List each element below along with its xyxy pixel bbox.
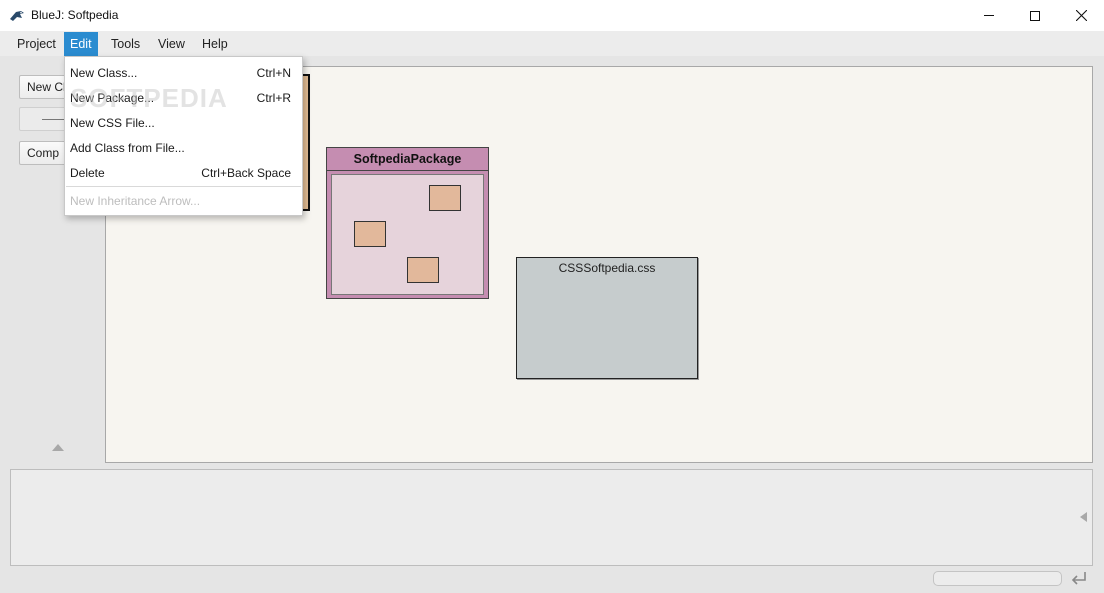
menu-item-shortcut: Ctrl+N: [256, 66, 291, 80]
menu-item-shortcut: Ctrl+Back Space: [201, 166, 291, 180]
reset-machine-icon[interactable]: [1069, 570, 1089, 588]
collapse-left-icon[interactable]: [1080, 512, 1087, 522]
package-contents: [331, 174, 484, 295]
menu-item-label: New Package...: [70, 91, 155, 105]
package-class-icon: [407, 257, 439, 283]
menu-item-add-class-from-file[interactable]: Add Class from File...: [65, 136, 302, 161]
menu-item-label: Delete: [70, 166, 105, 180]
package-class-icon: [354, 221, 386, 247]
close-icon: [1075, 10, 1087, 21]
menu-item-new-class[interactable]: New Class... Ctrl+N: [65, 61, 302, 86]
menu-bar: Project Edit Tools View Help: [0, 31, 1104, 56]
bluej-bird-icon: [10, 11, 24, 21]
package-class-icon: [429, 185, 461, 211]
object-bench[interactable]: [10, 469, 1093, 566]
package-box[interactable]: [326, 170, 489, 299]
menu-item-shortcut: Ctrl+R: [256, 91, 291, 105]
menu-view[interactable]: View: [152, 32, 191, 56]
package-title[interactable]: SoftpediaPackage: [326, 147, 489, 171]
css-file-name: CSSSoftpedia.css: [558, 261, 656, 275]
css-file-box[interactable]: CSSSoftpedia.css: [516, 257, 698, 379]
status-progress-bar: [933, 571, 1062, 586]
menu-item-label: Add Class from File...: [70, 141, 185, 155]
close-button[interactable]: [1058, 0, 1104, 31]
menu-item-new-css-file[interactable]: New CSS File...: [65, 111, 302, 136]
menu-item-delete[interactable]: Delete Ctrl+Back Space: [65, 161, 302, 186]
menu-tools[interactable]: Tools: [105, 32, 146, 56]
menu-project[interactable]: Project: [11, 32, 62, 56]
edit-menu-dropdown: New Class... Ctrl+N New Package... Ctrl+…: [64, 56, 303, 216]
minimize-button[interactable]: [966, 0, 1012, 31]
menu-item-label: New Class...: [70, 66, 138, 80]
menu-item-new-inheritance-arrow: New Inheritance Arrow...: [65, 189, 302, 214]
minimize-icon: [984, 15, 994, 16]
menu-separator: [66, 186, 301, 187]
menu-item-label: New CSS File...: [70, 116, 155, 130]
menu-edit[interactable]: Edit: [64, 32, 98, 56]
title-bar: BlueJ: Softpedia: [0, 0, 1104, 31]
menu-item-label: New Inheritance Arrow...: [70, 194, 201, 208]
expand-up-icon[interactable]: [52, 444, 64, 451]
menu-help[interactable]: Help: [196, 32, 234, 56]
maximize-icon: [1030, 10, 1040, 21]
menu-item-new-package[interactable]: New Package... Ctrl+R: [65, 86, 302, 111]
window-title: BlueJ: Softpedia: [31, 8, 119, 22]
maximize-button[interactable]: [1012, 0, 1058, 31]
